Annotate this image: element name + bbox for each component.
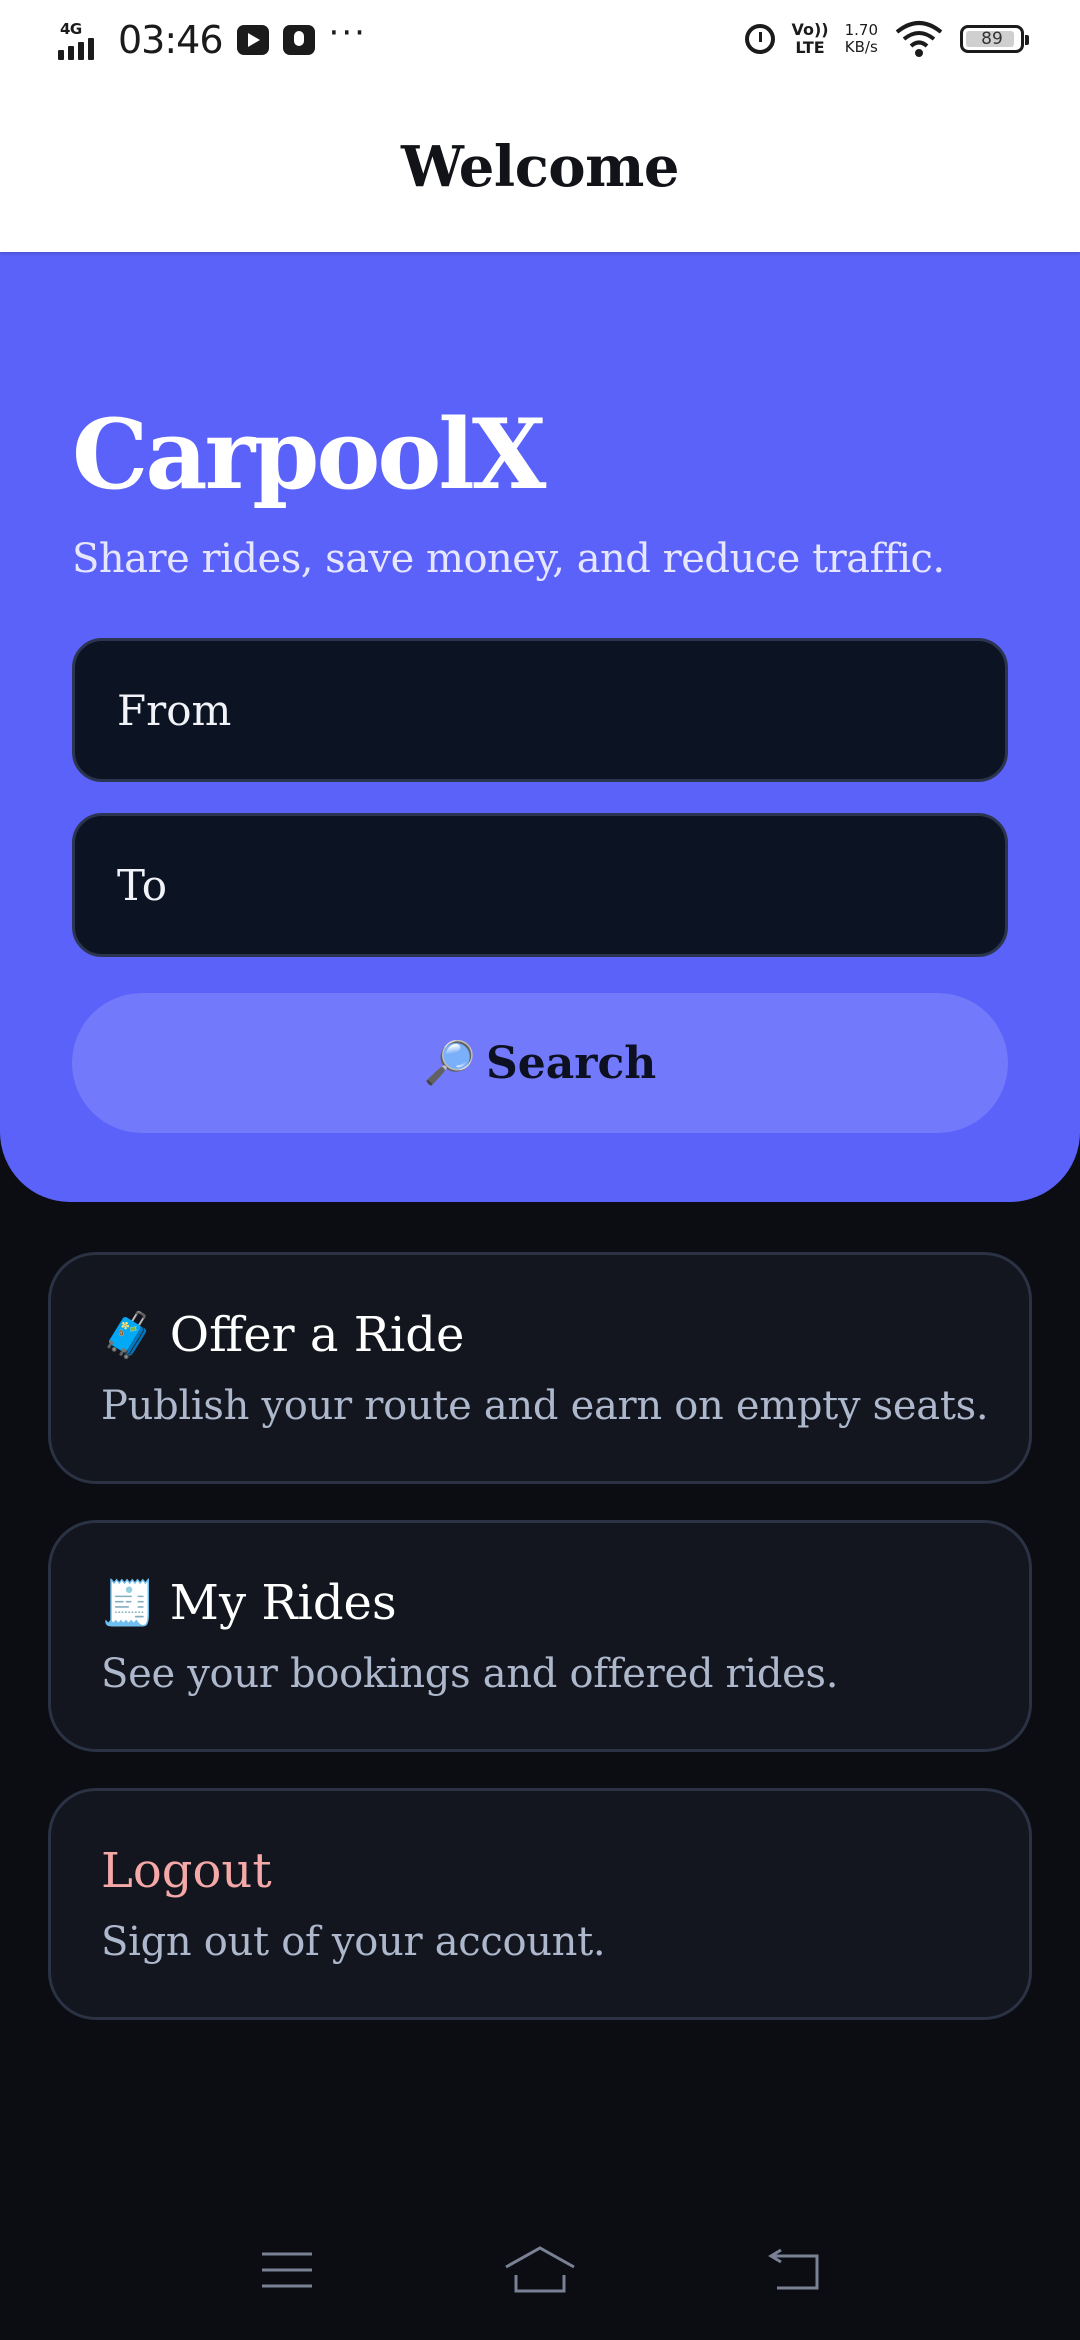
system-nav-bar [0, 2200, 1080, 2340]
wifi-icon [894, 20, 944, 58]
from-placeholder: From [117, 685, 232, 735]
to-input[interactable]: To [72, 813, 1008, 957]
offer-ride-card[interactable]: 🧳 Offer a Ride Publish your route and ea… [48, 1252, 1032, 1484]
status-time: 03:46 [118, 18, 224, 62]
mic-notification-icon [282, 25, 315, 55]
brand-name: CarpoolX [72, 398, 546, 511]
app-header: Welcome [0, 82, 1080, 252]
home-icon[interactable] [500, 2240, 580, 2300]
my-rides-title: 🧾 My Rides [101, 1575, 397, 1631]
logout-description: Sign out of your account. [101, 1919, 606, 1965]
offer-ride-description: Publish your route and earn on empty sea… [101, 1383, 989, 1429]
volte-icon: Vo)) LTE [791, 20, 829, 57]
logout-title: Logout [101, 1843, 272, 1899]
hero-section: CarpoolX Share rides, save money, and re… [0, 252, 1080, 1202]
status-bar: 4G 03:46 ··· Vo)) LTE 1.70 KB/s 89 [0, 0, 1080, 82]
more-notifications-icon: ··· [328, 13, 367, 53]
battery-level: 89 [981, 29, 1003, 49]
alarm-icon [745, 24, 776, 54]
battery-icon: 89 [960, 25, 1029, 53]
back-icon[interactable] [753, 2240, 833, 2300]
search-button[interactable]: 🔎 Search [72, 993, 1008, 1133]
to-placeholder: To [117, 860, 168, 910]
tagline: Share rides, save money, and reduce traf… [72, 536, 945, 582]
app-screen: 4G 03:46 ··· Vo)) LTE 1.70 KB/s 89 Welco… [0, 0, 1080, 2340]
search-icon: 🔎 [423, 1038, 477, 1087]
network-speed: 1.70 KB/s [844, 21, 878, 56]
menu-icon[interactable] [247, 2240, 327, 2300]
page-title: Welcome [400, 134, 680, 200]
youtube-notification-icon [236, 25, 269, 55]
network-type: 4G [60, 20, 82, 38]
luggage-icon: 🧳 [101, 1310, 156, 1361]
receipt-icon: 🧾 [101, 1578, 156, 1629]
my-rides-card[interactable]: 🧾 My Rides See your bookings and offered… [48, 1520, 1032, 1752]
cell-signal-icon: 4G [58, 20, 104, 60]
logout-card[interactable]: Logout Sign out of your account. [48, 1788, 1032, 2020]
my-rides-description: See your bookings and offered rides. [101, 1651, 839, 1697]
search-label: Search [486, 1037, 657, 1089]
from-input[interactable]: From [72, 638, 1008, 782]
offer-ride-title: 🧳 Offer a Ride [101, 1307, 465, 1363]
